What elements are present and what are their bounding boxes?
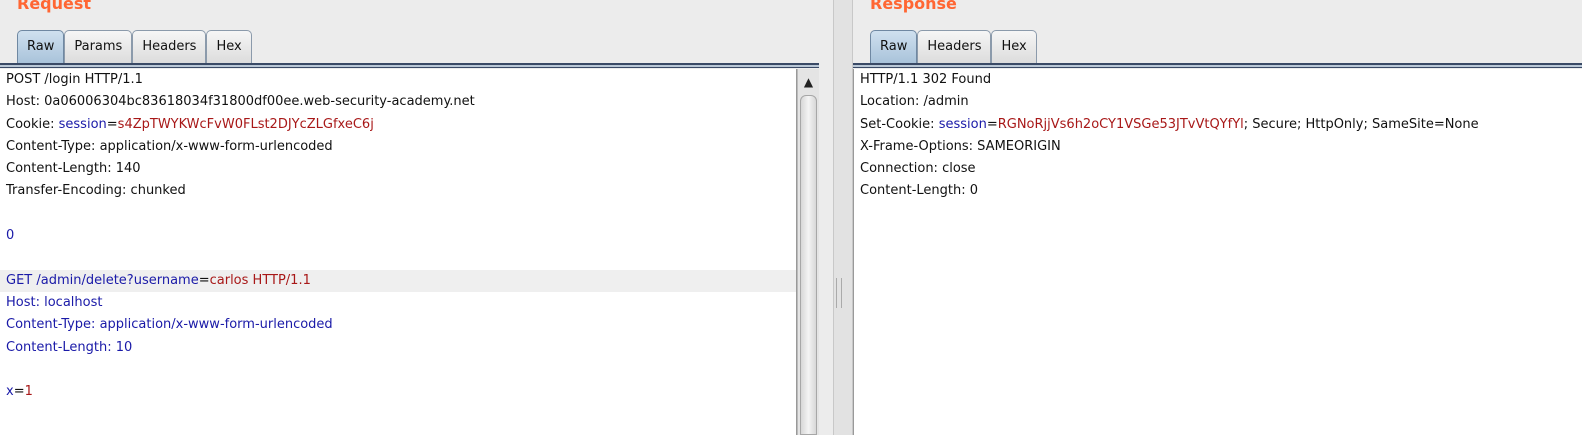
request-line: Host: 0a06006304bc83618034f31800df00ee.w… bbox=[0, 91, 796, 113]
response-line: Set-Cookie: session=RGNoRjjVs6h2oCY1VSGe… bbox=[854, 114, 1582, 136]
request-line bbox=[0, 203, 796, 225]
request-line-text: Content-Length: 10 bbox=[6, 339, 133, 355]
request-line: Content-Type: application/x-www-form-url… bbox=[0, 136, 796, 158]
request-line-text: GET /admin/delete?username bbox=[6, 272, 199, 288]
response-tab-raw[interactable]: Raw bbox=[870, 30, 918, 63]
response-line: Location: /admin bbox=[854, 91, 1582, 113]
request-tab-headers[interactable]: Headers bbox=[132, 30, 207, 63]
response-line-text: X-Frame-Options: SAMEORIGIN bbox=[860, 138, 1061, 154]
request-line-text: = bbox=[13, 384, 25, 400]
response-line: HTTP/1.1 302 Found bbox=[854, 69, 1582, 91]
request-pane: Request Raw Params Headers Hex POST /log… bbox=[0, 0, 833, 435]
response-tab-headers[interactable]: Headers bbox=[917, 30, 992, 63]
request-line-text: Content-Type: application/x-www-form-url… bbox=[6, 317, 333, 333]
request-line-text: = bbox=[198, 272, 210, 288]
request-line-text: session bbox=[58, 116, 107, 132]
request-title: Request bbox=[17, 0, 92, 13]
splitter-grip-icon[interactable] bbox=[836, 278, 842, 308]
response-editor[interactable]: HTTP/1.1 302 Found Location: /admin Set-Co… bbox=[853, 69, 1582, 435]
response-line-text: Content-Length: 0 bbox=[860, 183, 979, 199]
response-tabs: Raw Headers Hex bbox=[870, 30, 1037, 63]
request-line-text: Cookie: bbox=[6, 116, 59, 132]
response-line: X-Frame-Options: SAMEORIGIN bbox=[854, 136, 1582, 158]
response-tab-divider bbox=[853, 63, 1582, 68]
response-line-text: HTTP/1.1 302 Found bbox=[860, 72, 992, 87]
request-line: POST /login HTTP/1.1 bbox=[0, 69, 796, 91]
request-line: Cookie: session=s4ZpTWYKWcFvW0FLst2DJYcZ… bbox=[0, 114, 796, 136]
request-line: GET /admin/delete?username=carlos HTTP/1… bbox=[0, 269, 796, 292]
request-tab-raw[interactable]: Raw bbox=[17, 30, 65, 63]
request-editor[interactable]: POST /login HTTP/1.1 Host: 0a06006304bc83… bbox=[0, 69, 797, 435]
response-line-text: = bbox=[986, 116, 998, 132]
response-title: Response bbox=[870, 0, 957, 13]
response-line-text: RGNoRjjVs6h2oCY1VSGe53JTvVtQYfYl bbox=[997, 116, 1244, 132]
request-line bbox=[0, 247, 796, 269]
request-tabs: Raw Params Headers Hex bbox=[17, 30, 252, 63]
request-line-text: Content-Type: application/x-www-form-url… bbox=[6, 138, 333, 154]
request-tab-hex[interactable]: Hex bbox=[206, 30, 252, 63]
request-line-text: s4ZpTWYKWcFvW0FLst2DJYcZLGfxeC6j bbox=[117, 116, 374, 132]
response-line-text: Connection: close bbox=[860, 161, 976, 177]
response-pane: Response Raw Headers Hex HTTP/1.1 302 Fo… bbox=[853, 0, 1582, 435]
response-tab-hex[interactable]: Hex bbox=[991, 30, 1037, 63]
response-line-text: ; Secure; HttpOnly; SameSite=None bbox=[1243, 116, 1479, 132]
response-line-text: session bbox=[938, 116, 987, 132]
request-line-text: Host: localhost bbox=[6, 294, 103, 310]
request-tab-params[interactable]: Params bbox=[64, 30, 133, 63]
request-scrollbar[interactable]: ▲ bbox=[797, 69, 819, 435]
request-line: Transfer-Encoding: chunked bbox=[0, 180, 796, 202]
request-line-text: = bbox=[106, 116, 118, 132]
request-line-text: Content-Length: 140 bbox=[6, 161, 141, 177]
request-line: 0 bbox=[0, 225, 796, 247]
response-line: Connection: close bbox=[854, 158, 1582, 180]
request-tab-divider bbox=[0, 63, 819, 68]
request-line-text: x bbox=[6, 384, 14, 400]
request-line-text: carlos HTTP/1.1 bbox=[209, 272, 311, 288]
response-line-text: Location: /admin bbox=[860, 94, 969, 110]
request-line-text: 1 bbox=[24, 384, 33, 400]
request-line: Content-Type: application/x-www-form-url… bbox=[0, 314, 796, 336]
request-line: Content-Length: 10 bbox=[0, 337, 796, 359]
scroll-up-arrow-icon[interactable]: ▲ bbox=[800, 71, 817, 93]
request-line-text: Host: 0a06006304bc83618034f31800df00ee.w… bbox=[6, 94, 475, 110]
request-line: x=1 bbox=[0, 381, 796, 403]
response-line-text: Set-Cookie: bbox=[860, 116, 939, 132]
scroll-thumb[interactable] bbox=[800, 95, 817, 435]
request-line: Host: localhost bbox=[0, 292, 796, 314]
request-line-text: 0 bbox=[6, 228, 15, 244]
pane-splitter[interactable] bbox=[833, 0, 853, 435]
request-line: Content-Length: 140 bbox=[0, 158, 796, 180]
request-line-text: POST /login HTTP/1.1 bbox=[6, 72, 143, 87]
request-line-text: Transfer-Encoding: chunked bbox=[6, 183, 186, 199]
response-line: Content-Length: 0 bbox=[854, 180, 1582, 202]
request-line bbox=[0, 359, 796, 381]
